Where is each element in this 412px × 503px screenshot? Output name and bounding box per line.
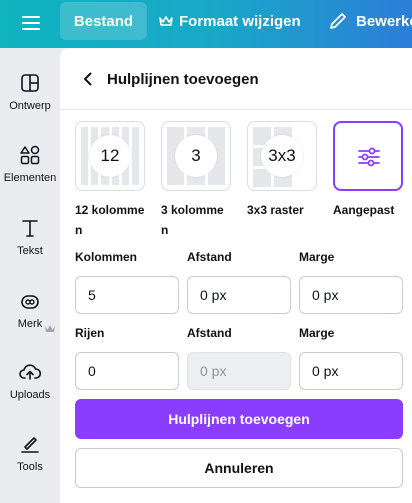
preset-3-columns[interactable]: 3 — [161, 121, 231, 191]
sliders-icon — [358, 147, 380, 167]
guides-panel: Hulplijnen toevoegen 12 3 3x3 12 kolomme… — [60, 48, 412, 503]
rail-item-design[interactable]: Ontwerp — [0, 72, 60, 112]
side-rail: Ontwerp Elementen Tekst Merk Uploads Too… — [0, 48, 60, 503]
resize-button[interactable]: Formaat wijzigen — [159, 2, 301, 40]
columns-label: Kolommen — [75, 250, 138, 264]
panel-header: Hulplijnen toevoegen — [60, 48, 412, 110]
edit-menu-label: Bewerke — [356, 12, 412, 30]
panel-title: Hulplijnen toevoegen — [107, 71, 259, 88]
shapes-icon — [20, 145, 40, 165]
text-icon — [22, 220, 38, 237]
rail-label-elements: Elementen — [3, 172, 57, 184]
cancel-button[interactable]: Annuleren — [75, 448, 403, 488]
columns-input[interactable] — [75, 276, 179, 314]
add-guides-label: Hulplijnen toevoegen — [168, 411, 310, 427]
preset-label-custom: Aangepast — [333, 200, 394, 220]
cancel-label: Annuleren — [204, 460, 274, 476]
preset-badge: 12 — [89, 135, 131, 177]
cloud-upload-icon — [19, 364, 41, 380]
preset-label-line: 12 kolomme — [75, 203, 145, 217]
rail-item-elements[interactable]: Elementen — [0, 144, 60, 184]
preset-badge: 3 — [175, 135, 217, 177]
columns-gap-input[interactable] — [187, 276, 291, 314]
preset-label-3x3-grid: 3x3 raster — [247, 200, 304, 220]
edit-menu-button[interactable]: Bewerke — [328, 2, 412, 40]
resize-label: Formaat wijzigen — [179, 12, 301, 30]
preset-label-3-columns: 3 kolomme n — [161, 200, 224, 240]
rail-item-brand[interactable]: Merk — [0, 290, 60, 330]
preset-badge: 3x3 — [261, 135, 303, 177]
preset-custom[interactable] — [333, 121, 403, 191]
rail-label-design: Ontwerp — [9, 100, 51, 112]
rail-label-text: Tekst — [17, 245, 43, 257]
rows-input[interactable] — [75, 352, 179, 390]
rows-gap-input — [187, 352, 291, 390]
rail-item-uploads[interactable]: Uploads — [0, 361, 60, 401]
rows-gap-label: Afstand — [187, 326, 232, 340]
layout-icon — [21, 74, 39, 92]
tools-icon — [21, 437, 39, 453]
columns-gap-label: Afstand — [187, 250, 232, 264]
preset-label-line: n — [161, 223, 169, 237]
crown-icon — [159, 16, 173, 26]
preset-3x3-grid[interactable]: 3x3 — [247, 121, 317, 191]
file-menu-label: Bestand — [73, 12, 134, 30]
brand-icon — [21, 295, 39, 309]
columns-margin-label: Marge — [299, 250, 335, 264]
preset-label-line: Aangepast — [333, 203, 395, 217]
menu-icon[interactable] — [20, 12, 42, 34]
rows-label: Rijen — [75, 326, 105, 340]
rows-margin-input[interactable] — [299, 352, 403, 390]
rail-item-text[interactable]: Tekst — [0, 217, 60, 257]
preset-label-line: 3 kolomme — [161, 203, 224, 217]
rail-label-tools: Tools — [17, 461, 43, 473]
back-icon[interactable] — [78, 69, 98, 89]
rows-margin-label: Marge — [299, 326, 335, 340]
rail-item-tools[interactable]: Tools — [0, 433, 60, 473]
preset-label-line: 3x3 raster — [247, 203, 304, 217]
rail-label-brand: Merk — [17, 318, 43, 330]
preset-12-columns[interactable]: 12 — [75, 121, 145, 191]
add-guides-button[interactable]: Hulplijnen toevoegen — [75, 399, 403, 439]
rail-label-uploads: Uploads — [9, 389, 51, 401]
preset-label-line: n — [75, 223, 83, 237]
preset-label-12-columns: 12 kolomme n — [75, 200, 144, 240]
top-bar: Bestand Formaat wijzigen Bewerke — [0, 0, 412, 48]
file-menu-button[interactable]: Bestand — [60, 2, 147, 40]
pencil-icon — [330, 13, 346, 29]
columns-margin-input[interactable] — [299, 276, 403, 314]
